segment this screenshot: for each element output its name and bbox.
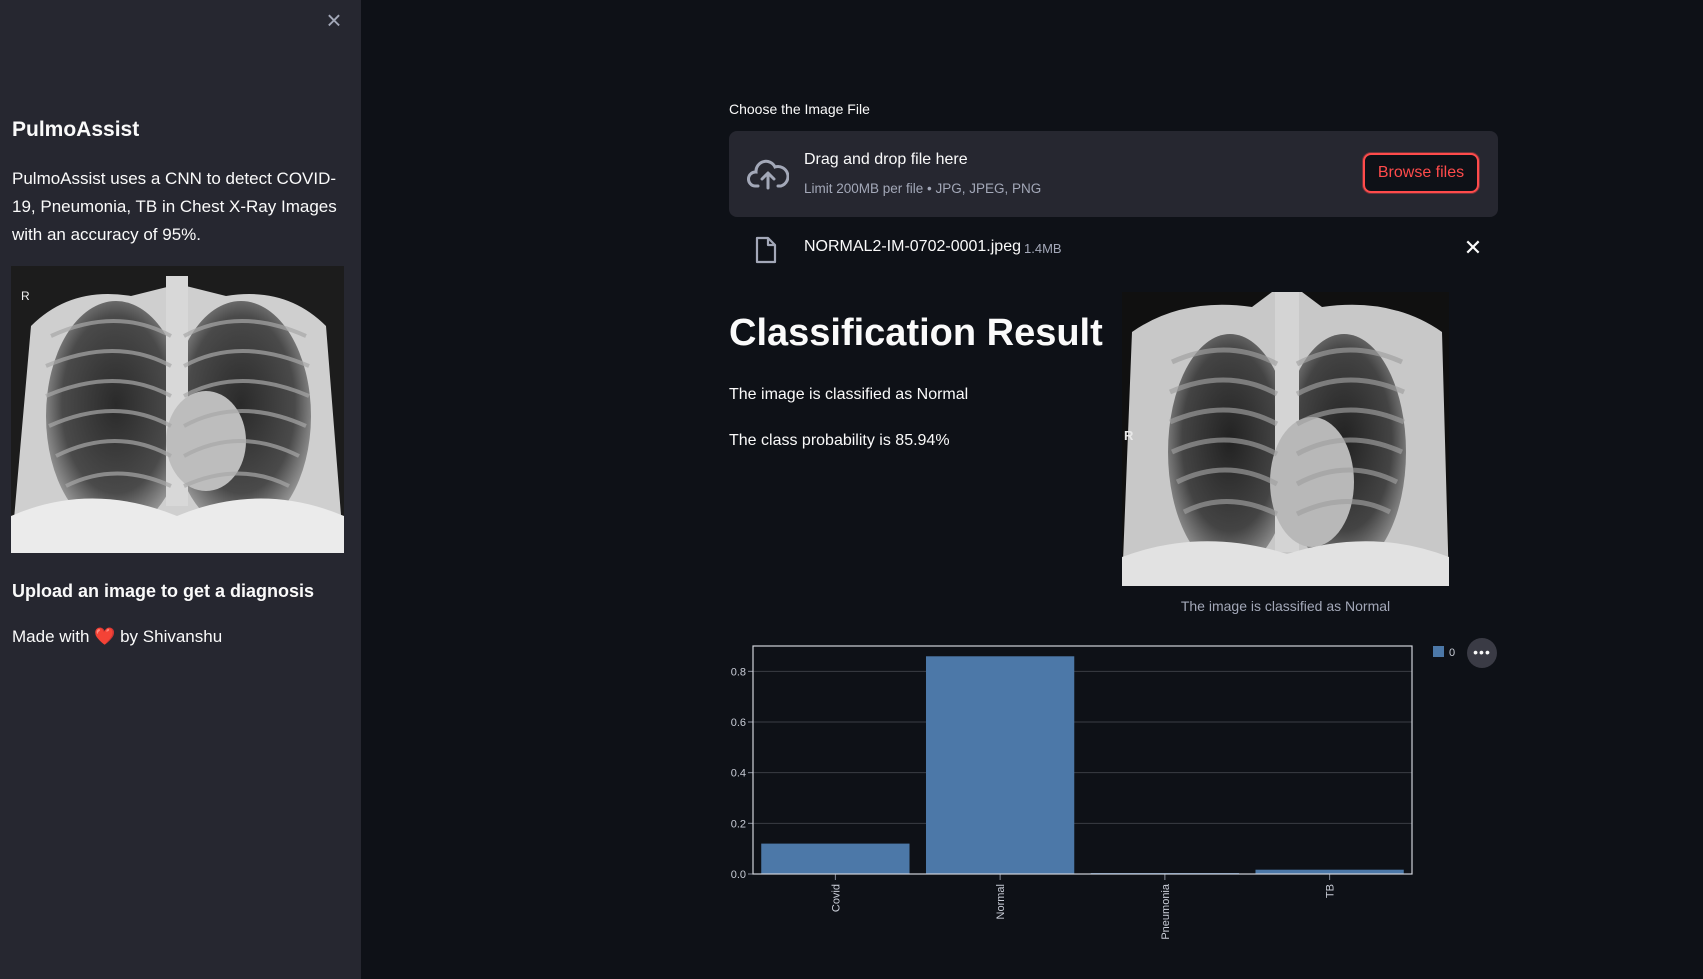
upload-hint: Upload an image to get a diagnosis [12,581,315,601]
result-classification-text: The image is classified as Normal [729,386,969,403]
browse-files-button[interactable]: Browse files [1363,153,1479,193]
side-marker-label: R [21,289,30,303]
close-sidebar-icon[interactable]: × [320,6,348,34]
x-tick-label: Covid [830,884,842,912]
y-tick-label: 0.8 [731,666,746,678]
chart-more-options-icon[interactable]: ••• [1467,638,1497,668]
bar-normal [925,656,1075,874]
made-with-suffix: by Shivanshu [115,627,223,646]
remove-file-icon[interactable]: ✕ [1459,234,1487,262]
y-tick-label: 0.2 [731,818,746,830]
bar-tb [1255,869,1404,874]
dropzone-title: Drag and drop file here [804,151,968,168]
made-with-credit: Made with ❤️ by Shivanshu [12,627,222,647]
result-probability-text: The class probability is 85.94% [729,432,950,449]
result-title: Classification Result [729,312,1103,354]
plot-frame [752,645,1413,875]
image-caption: The image is classified as Normal [1180,598,1391,614]
uploaded-file-row: NORMAL2-IM-0702-0001.jpeg 1.4MB ✕ [729,230,1498,266]
class-probability-chart: 0.0 0.2 0.4 0.6 0.8 Covid Normal Pneumonia TB 0 [731,645,1455,940]
main-side-marker-label: R [1124,428,1134,443]
dropzone-limit-text: Limit 200MB per file • JPG, JPEG, PNG [804,181,1042,196]
legend-label: 0 [1449,647,1455,659]
y-tick-label: 0.4 [731,768,746,780]
bar-covid [761,843,910,874]
cloud-upload-icon [747,159,789,190]
legend-swatch [1433,646,1444,657]
heart-icon: ❤️ [94,627,116,646]
x-tick-label: Normal [995,884,1007,919]
app-title: PulmoAssist [12,118,140,141]
uploaded-xray-image: R [1122,292,1449,586]
file-uploader-label: Choose the Image File [729,101,870,117]
sidebar: × PulmoAssist PulmoAssist uses a CNN to … [0,0,361,979]
sidebar-xray-image: R [11,266,344,553]
y-tick-label: 0.0 [731,869,746,881]
y-tick-label: 0.6 [731,717,746,729]
app-description: PulmoAssist uses a CNN to detect COVID-1… [12,169,337,244]
x-tick-label: TB [1325,884,1337,898]
uploaded-file-size: 1.4MB [1024,241,1062,256]
x-tick-label: Pneumonia [1160,883,1172,940]
file-icon [755,236,777,264]
file-dropzone[interactable]: Drag and drop file here Limit 200MB per … [729,131,1498,217]
uploaded-file-name: NORMAL2-IM-0702-0001.jpeg [804,238,1021,255]
made-with-prefix: Made with [12,627,95,646]
